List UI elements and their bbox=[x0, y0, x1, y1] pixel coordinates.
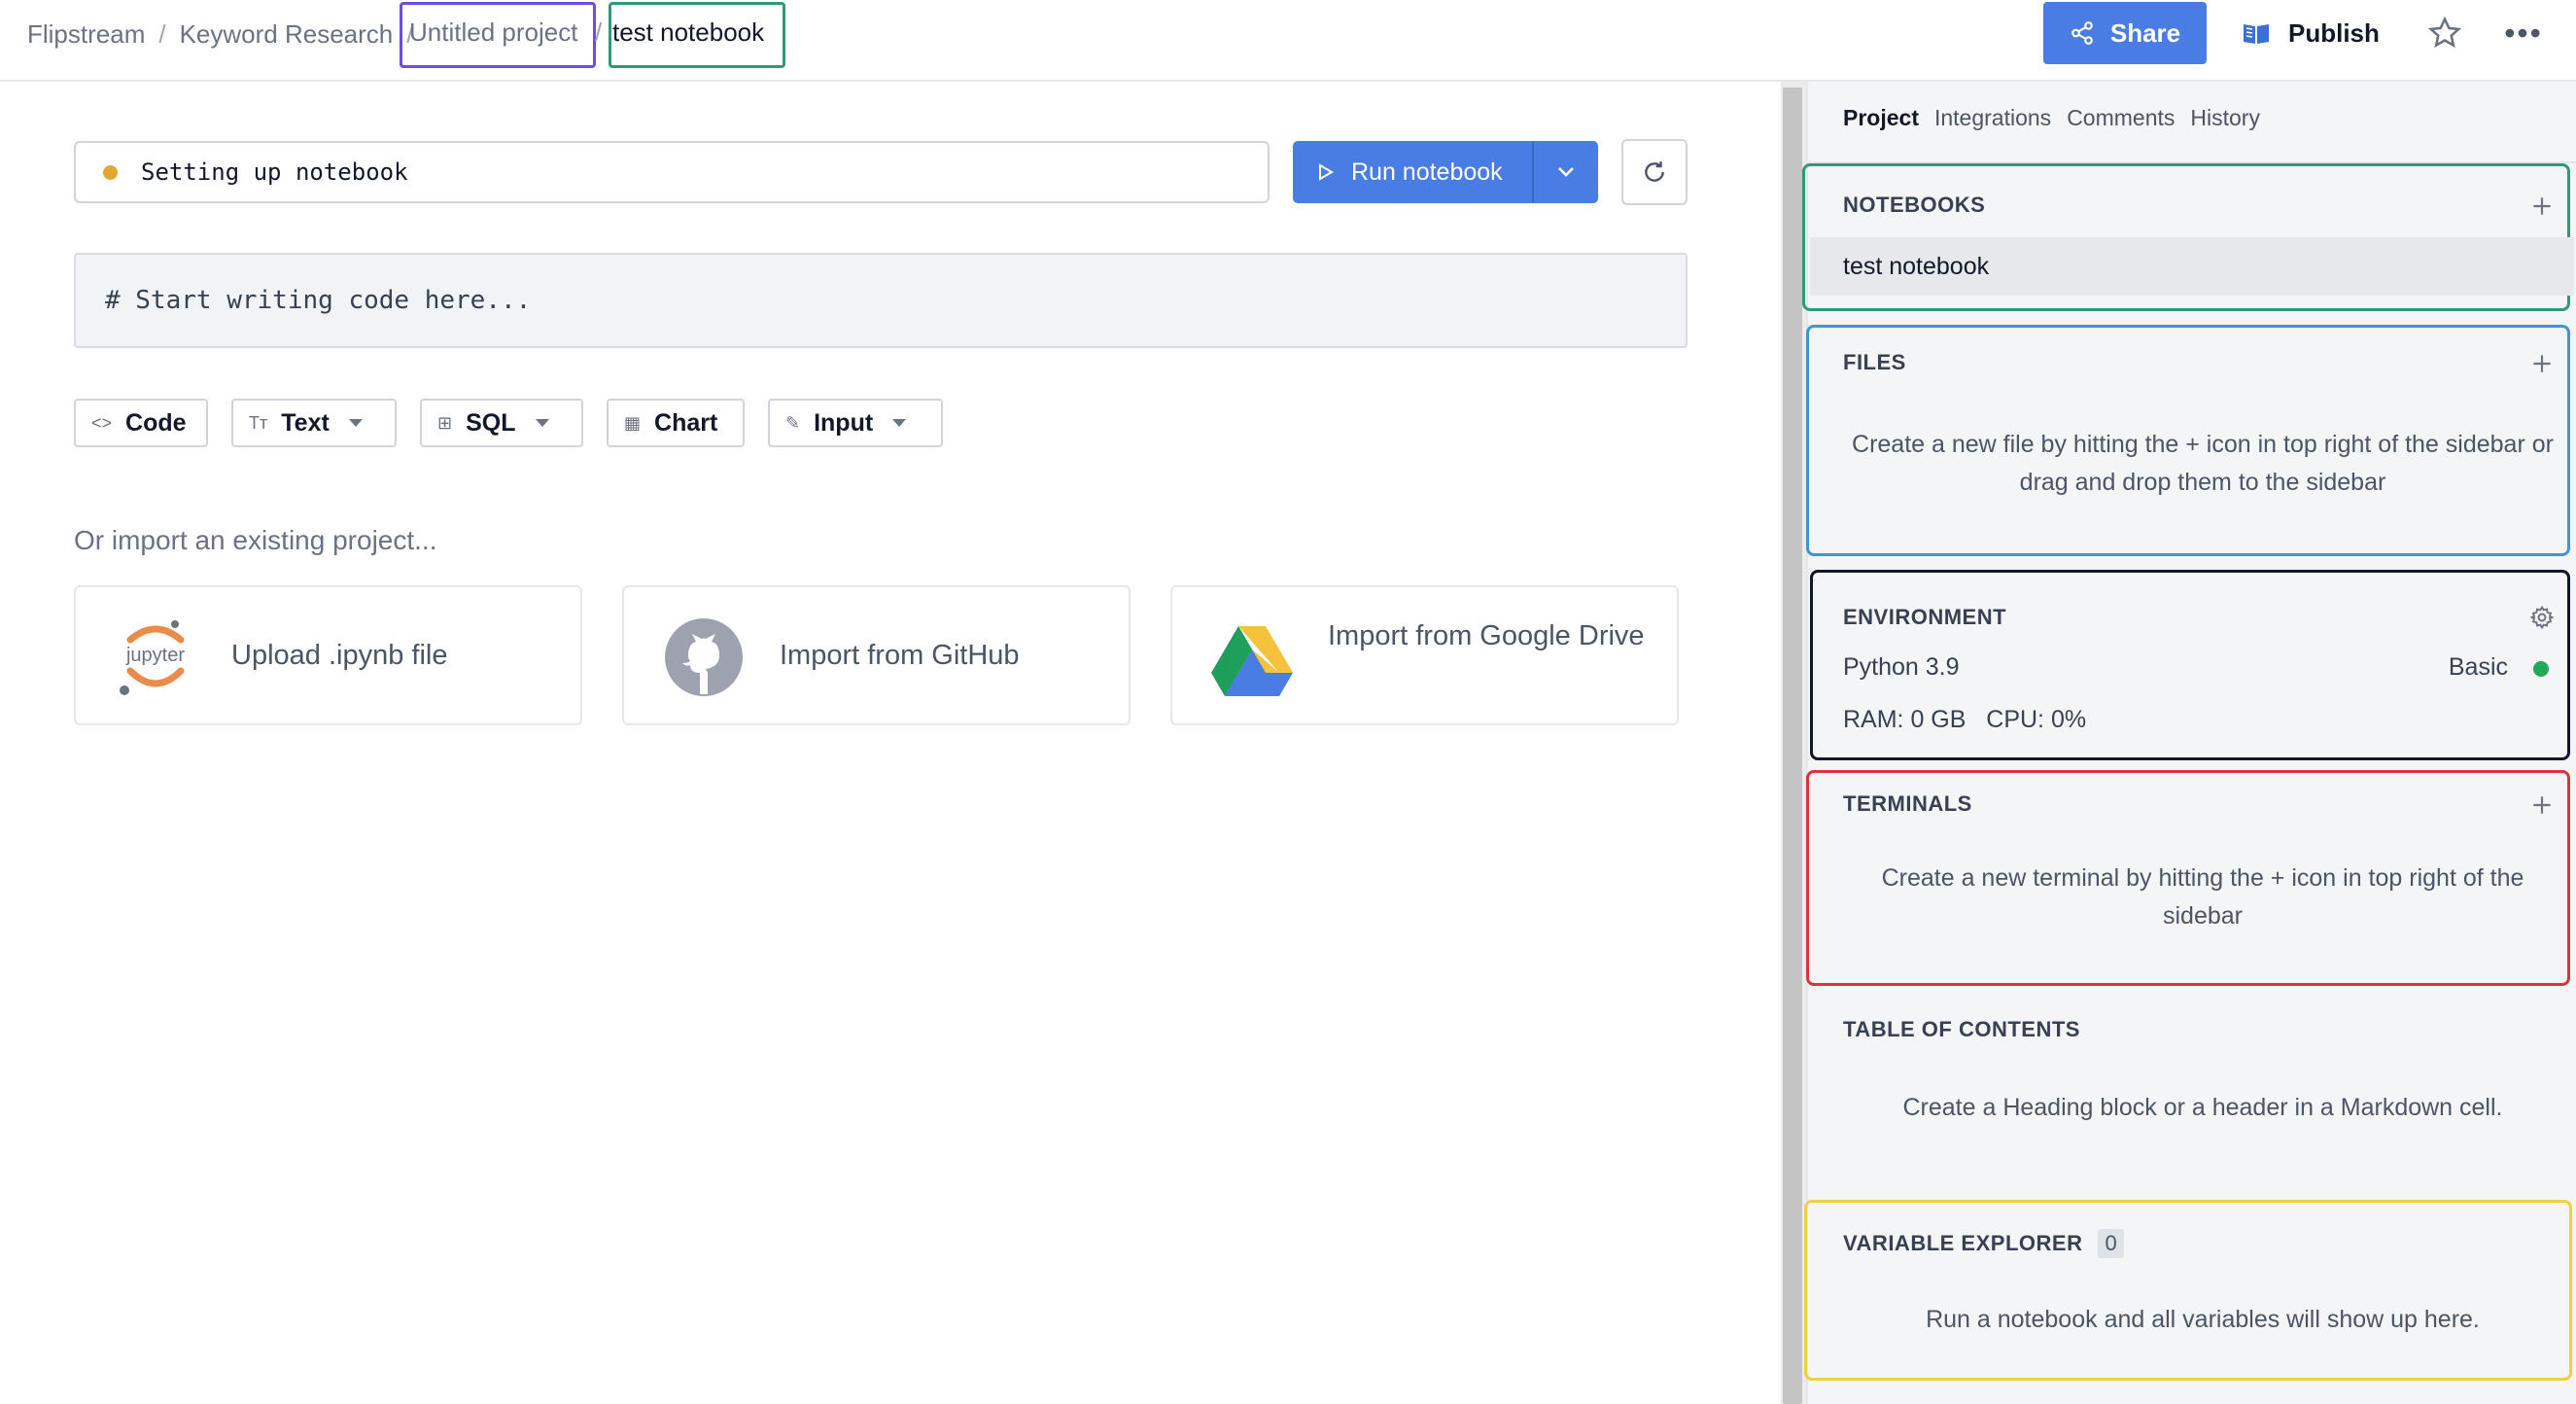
add-code-label: Code bbox=[125, 408, 187, 437]
environment-section-title: ENVIRONMENT bbox=[1843, 605, 2007, 629]
play-icon bbox=[1319, 163, 1334, 181]
restart-button[interactable] bbox=[1621, 139, 1688, 205]
machine-tier: Basic bbox=[2448, 653, 2508, 681]
terminals-empty-message: Create a new terminal by hitting the + i… bbox=[1881, 864, 2524, 930]
files-empty-message: Create a new file by hitting the + icon … bbox=[1852, 431, 2554, 496]
star-icon[interactable] bbox=[2427, 16, 2462, 51]
variables-empty-message: Run a notebook and all variables will sh… bbox=[1926, 1306, 2480, 1333]
import-github-card[interactable]: Import from GitHub bbox=[622, 585, 1131, 725]
run-options-dropdown[interactable] bbox=[1534, 141, 1598, 203]
add-chart-cell-button[interactable]: ▦ Chart bbox=[607, 399, 745, 447]
breadcrumb-project[interactable]: Untitled project bbox=[409, 18, 577, 48]
resource-usage: RAM: 0 GB CPU: 0% bbox=[1843, 706, 2086, 734]
add-input-cell-button[interactable]: ✎ Input bbox=[768, 399, 943, 447]
share-icon bbox=[2071, 21, 2093, 45]
import-google-drive-card[interactable]: Import from Google Drive bbox=[1170, 585, 1679, 725]
more-options-icon[interactable]: ••• bbox=[2504, 16, 2541, 51]
chart-icon: ▦ bbox=[624, 412, 642, 433]
upload-ipynb-card[interactable]: jupyter Upload .ipynb file bbox=[74, 585, 582, 725]
add-notebook-icon[interactable] bbox=[2529, 193, 2555, 219]
cpu-usage: CPU: 0% bbox=[1986, 706, 2087, 733]
environment-status-dot bbox=[2533, 661, 2549, 677]
publish-label: Publish bbox=[2288, 18, 2380, 48]
breadcrumb: Flipstream / Keyword Research / bbox=[27, 0, 427, 68]
tab-comments[interactable]: Comments bbox=[2067, 105, 2175, 131]
breadcrumb-separator: / bbox=[158, 18, 166, 49]
highlight-box-variables bbox=[1804, 1200, 2572, 1381]
google-drive-logo bbox=[1211, 626, 1293, 696]
variable-count-badge: 0 bbox=[2098, 1229, 2125, 1258]
python-version: Python 3.9 bbox=[1843, 653, 1960, 681]
share-button[interactable]: Share bbox=[2043, 2, 2207, 64]
import-section-title: Or import an existing project... bbox=[74, 525, 437, 555]
grid-icon: ⊞ bbox=[437, 412, 453, 433]
chevron-down-icon bbox=[1558, 167, 1574, 177]
add-sql-cell-button[interactable]: ⊞ SQL bbox=[420, 399, 583, 447]
add-text-cell-button[interactable]: Tт Text bbox=[231, 399, 397, 447]
files-section-title: FILES bbox=[1843, 350, 1906, 374]
add-sql-label: SQL bbox=[466, 408, 516, 437]
toc-section-title: TABLE OF CONTENTS bbox=[1843, 1017, 2080, 1041]
import-google-drive-label: Import from Google Drive bbox=[1328, 620, 1645, 651]
text-format-icon: Tт bbox=[249, 412, 268, 433]
run-notebook-button-group: Run notebook bbox=[1293, 141, 1598, 203]
tab-project[interactable]: Project bbox=[1843, 105, 1919, 131]
project-sidebar: Project Integrations Comments History NO… bbox=[1802, 82, 2576, 1404]
import-github-label: Import from GitHub bbox=[780, 640, 1020, 671]
terminals-section-title: TERMINALS bbox=[1843, 791, 1972, 816]
add-code-cell-button[interactable]: <> Code bbox=[74, 399, 208, 447]
breadcrumb-separator: / bbox=[595, 18, 603, 47]
notebooks-section-title: NOTEBOOKS bbox=[1843, 193, 1986, 217]
run-notebook-button[interactable]: Run notebook bbox=[1293, 141, 1532, 203]
jupyter-logo: jupyter bbox=[120, 620, 185, 695]
notebook-editor: Setting up notebook Run notebook # Start… bbox=[0, 82, 1781, 1404]
status-indicator-dot bbox=[103, 164, 118, 180]
ram-usage: RAM: 0 GB bbox=[1843, 706, 1967, 733]
code-placeholder: # Start writing code here... bbox=[105, 286, 532, 315]
notebook-list-item[interactable]: test notebook bbox=[1810, 237, 2574, 296]
github-logo bbox=[665, 618, 743, 696]
refresh-icon bbox=[1645, 161, 1664, 182]
book-icon bbox=[2244, 24, 2269, 44]
share-label: Share bbox=[2109, 18, 2181, 48]
toc-empty-message: Create a Heading block or a header in a … bbox=[1902, 1094, 2503, 1121]
upload-ipynb-label: Upload .ipynb file bbox=[231, 640, 448, 671]
variable-explorer-title: VARIABLE EXPLORER bbox=[1843, 1231, 2083, 1255]
code-brackets-icon: <> bbox=[91, 412, 113, 433]
code-cell-editor[interactable]: # Start writing code here... bbox=[74, 253, 1688, 348]
caret-down-icon bbox=[892, 419, 907, 427]
caret-down-icon bbox=[348, 419, 363, 427]
status-text: Setting up notebook bbox=[141, 158, 408, 186]
gear-icon[interactable] bbox=[2529, 605, 2555, 630]
status-bar: Setting up notebook bbox=[74, 141, 1270, 203]
publish-button[interactable]: Publish bbox=[2242, 2, 2380, 64]
add-file-icon[interactable] bbox=[2529, 351, 2555, 376]
sidebar-tabs: Project Integrations Comments History bbox=[1843, 105, 2260, 131]
tab-integrations[interactable]: Integrations bbox=[1934, 105, 2051, 131]
top-bar: Flipstream / Keyword Research / Untitled… bbox=[0, 0, 2576, 82]
run-notebook-label: Run notebook bbox=[1351, 158, 1503, 186]
add-text-label: Text bbox=[281, 408, 330, 437]
tab-history[interactable]: History bbox=[2190, 105, 2260, 131]
add-input-label: Input bbox=[814, 408, 874, 437]
jupyter-logo-text: jupyter bbox=[125, 645, 185, 666]
add-chart-label: Chart bbox=[654, 408, 718, 437]
add-terminal-icon[interactable] bbox=[2529, 792, 2555, 818]
variable-explorer-section-title: VARIABLE EXPLORER 0 bbox=[1843, 1229, 2125, 1258]
caret-down-icon bbox=[535, 419, 549, 427]
scrollbar-thumb[interactable] bbox=[1783, 88, 1802, 1404]
pencil-icon: ✎ bbox=[785, 412, 801, 433]
breadcrumb-notebook[interactable]: test notebook bbox=[612, 18, 764, 48]
breadcrumb-folder[interactable]: Keyword Research bbox=[180, 19, 394, 50]
breadcrumb-workspace[interactable]: Flipstream bbox=[27, 19, 145, 50]
